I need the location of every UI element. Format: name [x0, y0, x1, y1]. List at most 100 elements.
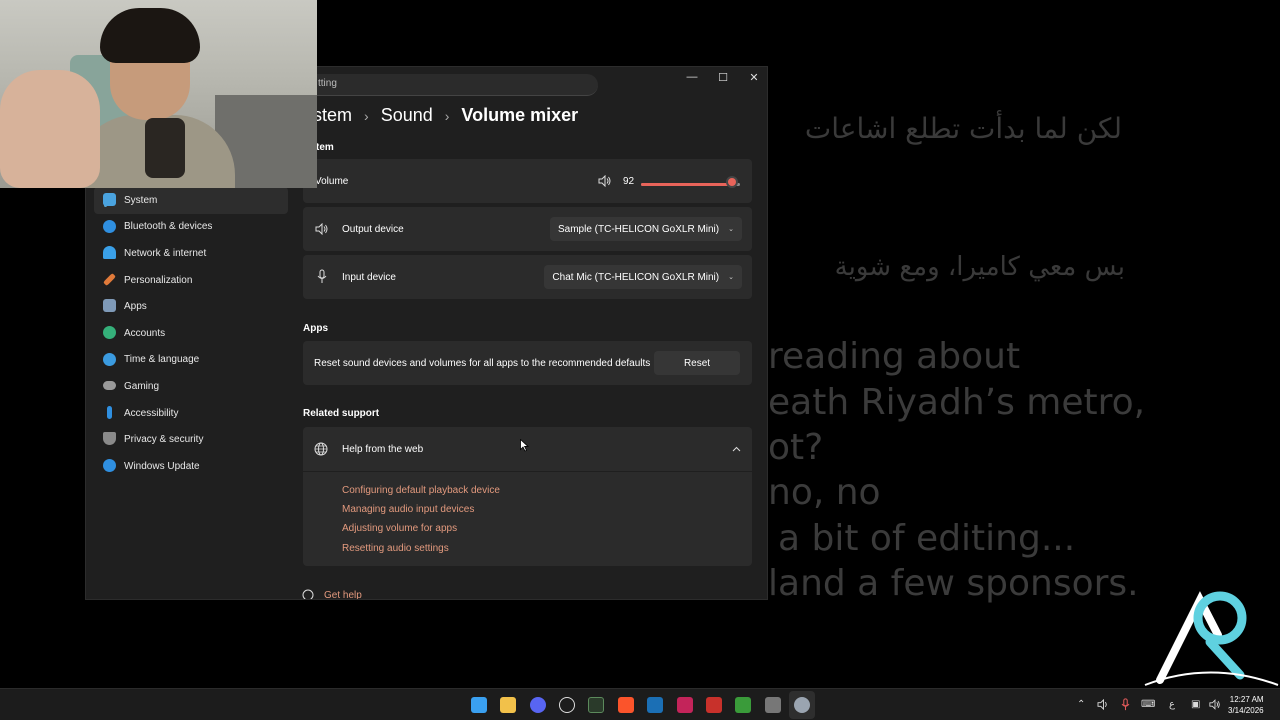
help-link[interactable]: Managing audio input devices — [342, 504, 474, 515]
clock-date: 3/14/2026 — [1228, 706, 1264, 715]
sidebar-item-network[interactable]: Network & internet — [86, 240, 296, 267]
libreoffice-icon[interactable] — [706, 697, 722, 713]
file-explorer-icon[interactable] — [500, 697, 516, 713]
sidebar-item-system[interactable]: System — [94, 187, 288, 214]
update-icon — [103, 458, 116, 472]
sidebar-item-time-language[interactable]: Time & language — [86, 347, 296, 374]
breadcrumb-sound[interactable]: Sound — [381, 105, 433, 126]
sidebar-item-label: Network & internet — [124, 247, 207, 259]
input-device-value: Chat Mic (TC-HELICON GoXLR Mini) — [552, 271, 720, 283]
clock-time: 12:27 AM — [1229, 695, 1264, 704]
apps-icon — [103, 299, 116, 313]
windows-start-icon[interactable] — [471, 697, 487, 713]
system-section-label: tem — [316, 142, 334, 153]
mouse-cursor-icon — [520, 439, 529, 452]
tray-network-icon[interactable]: ▣ — [1191, 699, 1200, 710]
sidebar-item-label: Privacy & security — [124, 434, 204, 446]
volume-slider-track[interactable] — [641, 183, 740, 186]
sidebar-item-label: Accessibility — [124, 407, 179, 419]
sidebar-item-label: Bluetooth & devices — [124, 221, 213, 233]
sidebar-item-privacy[interactable]: Privacy & security — [86, 426, 296, 453]
gamepad-icon — [103, 381, 116, 391]
help-link[interactable]: Adjusting volume for apps — [342, 523, 457, 534]
output-device-value: Sample (TC-HELICON GoXLR Mini) — [557, 223, 720, 235]
help-link[interactable]: Configuring default playback device — [342, 485, 500, 496]
sidebar-item-apps[interactable]: Apps — [86, 293, 296, 320]
keyboard-tool-icon[interactable] — [765, 697, 781, 713]
background-english-line: land a few sponsors. — [768, 563, 1139, 604]
breadcrumb-separator: › — [444, 107, 450, 124]
webcam-overlay — [0, 0, 317, 188]
background-english-line: eath Riyadh’s metro, — [768, 382, 1146, 423]
reset-button[interactable]: Reset — [654, 351, 740, 375]
speaker-icon — [315, 223, 328, 235]
help-from-web-label: Help from the web — [342, 444, 424, 455]
apps-section-label: Apps — [303, 323, 328, 334]
volume-slider-thumb[interactable] — [726, 176, 739, 188]
microphone-icon — [317, 269, 327, 283]
close-button[interactable]: ✕ — [738, 67, 767, 87]
sidebar-item-label: Gaming — [124, 380, 160, 392]
output-device-label: Output device — [342, 224, 404, 235]
sidebar-item-bluetooth[interactable]: Bluetooth & devices — [86, 214, 296, 241]
system-clock[interactable]: 12:27 AM 3/14/2026 — [1228, 694, 1264, 716]
help-link[interactable]: Resetting audio settings — [342, 543, 449, 554]
tray-speaker-icon[interactable] — [1097, 699, 1110, 710]
chatgpt-icon[interactable] — [559, 697, 575, 713]
sidebar-item-label: Personalization — [124, 274, 193, 286]
minecraft-icon[interactable] — [735, 697, 751, 713]
accounts-icon — [103, 325, 116, 339]
minimize-button[interactable]: — — [676, 67, 708, 87]
tray-volume-icon[interactable] — [1209, 699, 1221, 710]
webcam-person-hand — [0, 70, 100, 188]
get-help-icon — [302, 589, 314, 599]
maximize-button[interactable]: ☐ — [707, 67, 739, 87]
background-english-line: a bit of editing... — [778, 518, 1076, 559]
show-hidden-icons-chevron[interactable]: ⌃ — [1077, 699, 1085, 710]
output-device-dropdown[interactable]: Sample (TC-HELICON GoXLR Mini) ⌄ — [549, 217, 742, 241]
chevron-down-icon: ⌄ — [728, 226, 734, 233]
sidebar-item-gaming[interactable]: Gaming — [86, 373, 296, 400]
webcam-person-hair — [100, 8, 200, 63]
brave-icon[interactable] — [618, 697, 634, 713]
related-support-label: Related support — [303, 408, 380, 419]
taskbar: ⌃ ⌨ ع ▣ 12:27 AM 3/14/2026 — [0, 688, 1280, 720]
sidebar-item-accessibility[interactable]: Accessibility — [86, 400, 296, 427]
search-input[interactable]: tting — [306, 74, 598, 96]
volume-label: Volume — [315, 176, 349, 187]
background-english-line: ot? — [768, 427, 824, 468]
sidebar-item-label: Windows Update — [124, 460, 200, 472]
sidebar-item-accounts[interactable]: Accounts — [86, 320, 296, 347]
tray-microphone-icon[interactable] — [1121, 698, 1130, 711]
discord-icon[interactable] — [530, 697, 546, 713]
xbox-icon[interactable] — [588, 697, 604, 713]
background-arabic-line-2: بس معي كاميرا، ومع شوية — [834, 252, 1125, 282]
sidebar-item-label: Apps — [124, 301, 147, 313]
bluetooth-icon — [103, 219, 116, 233]
input-device-label: Input device — [342, 272, 396, 283]
sidebar-item-personalization[interactable]: Personalization — [86, 267, 296, 294]
input-device-card[interactable]: Input device Chat Mic (TC-HELICON GoXLR … — [303, 255, 752, 299]
tray-keyboard-icon[interactable]: ⌨ — [1141, 699, 1155, 710]
brush-icon — [103, 272, 116, 286]
sidebar-item-label: Time & language — [124, 354, 200, 366]
steam-icon[interactable] — [647, 697, 663, 713]
background-arabic-line-1: لكن لما بدأت تطلع اشاعات — [804, 112, 1122, 145]
chevron-up-icon[interactable] — [732, 446, 741, 452]
webcam-microphone — [145, 118, 185, 178]
affinity-icon[interactable] — [677, 697, 693, 713]
get-help-link[interactable]: Get help — [324, 590, 362, 599]
reset-card: Reset sound devices and volumes for all … — [303, 341, 752, 385]
sidebar-item-label: System — [124, 194, 158, 206]
globe-clock-icon — [103, 352, 116, 366]
chevron-down-icon: ⌄ — [728, 274, 734, 281]
volume-slider-fill — [641, 183, 733, 186]
speaker-icon[interactable] — [598, 175, 612, 187]
settings-icon[interactable] — [794, 697, 810, 713]
input-language-indicator[interactable]: ع — [1169, 699, 1175, 710]
channel-logo — [1144, 591, 1279, 686]
sidebar-item-windows-update[interactable]: Windows Update — [86, 453, 296, 480]
input-device-dropdown[interactable]: Chat Mic (TC-HELICON GoXLR Mini) ⌄ — [544, 265, 742, 289]
sidebar-nav: System Bluetooth & devices Network & int… — [86, 187, 296, 480]
output-device-card[interactable]: Output device Sample (TC-HELICON GoXLR M… — [303, 207, 752, 251]
